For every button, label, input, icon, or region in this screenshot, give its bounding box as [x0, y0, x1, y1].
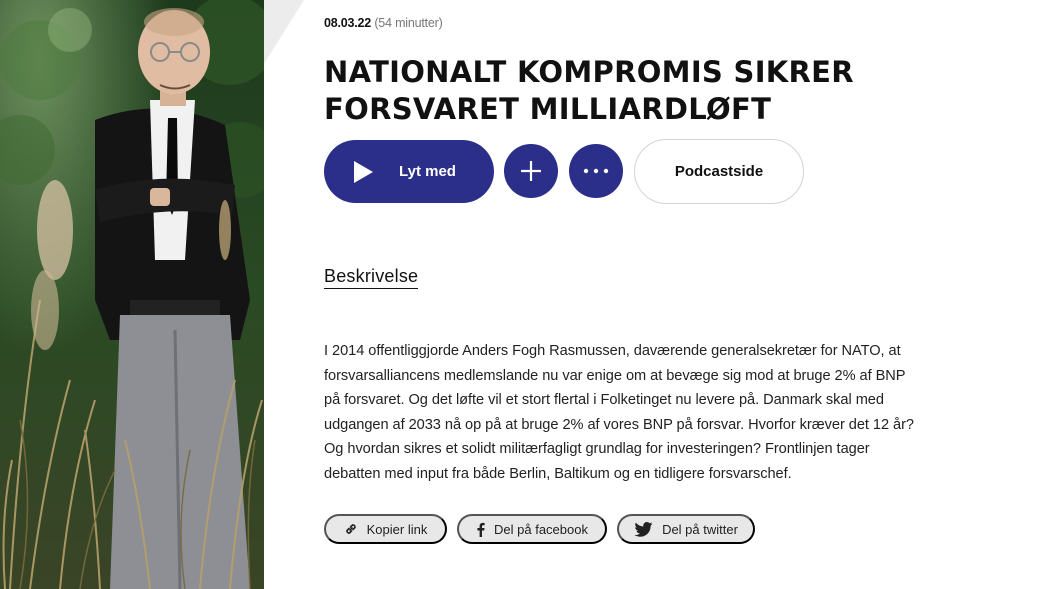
episode-title-line-2: FORSVARET MILLIARDLØFT: [324, 92, 772, 126]
play-button[interactable]: Lyt med: [324, 140, 494, 203]
more-dots-icon: [583, 168, 609, 174]
add-to-list-button[interactable]: [504, 144, 558, 198]
decorative-corner-shape: [264, 0, 304, 64]
episode-title-line-1: NATIONALT KOMPROMIS SIKRER: [324, 55, 854, 89]
share-facebook-label: Del på facebook: [494, 521, 588, 537]
copy-link-label: Kopier link: [366, 521, 428, 537]
podcast-page-button[interactable]: Podcastside: [634, 139, 804, 204]
twitter-icon: [634, 521, 653, 537]
play-icon: [354, 160, 374, 183]
share-facebook-button[interactable]: Del på facebook: [457, 514, 607, 544]
description-tab[interactable]: Beskrivelse: [324, 266, 419, 289]
podcast-page-label: Podcastside: [674, 163, 764, 180]
share-twitter-label: Del på twitter: [662, 521, 738, 537]
plus-icon: [521, 161, 541, 181]
play-button-label: Lyt med: [399, 163, 456, 180]
link-icon: [345, 524, 356, 534]
episode-description: I 2014 offentliggjorde Anders Fogh Rasmu…: [324, 343, 914, 482]
share-twitter-button[interactable]: Del på twitter: [617, 514, 755, 544]
more-options-button[interactable]: [569, 144, 623, 198]
episode-cover-image: [0, 0, 264, 589]
episode-meta: 08.03.22 (54 minutter): [324, 16, 443, 30]
facebook-icon: [477, 522, 485, 537]
episode-duration: (54 minutter): [374, 16, 443, 30]
copy-link-button[interactable]: Kopier link: [324, 514, 447, 544]
episode-date: 08.03.22: [324, 16, 372, 30]
episode-title: NATIONALT KOMPROMIS SIKRER FORSVARET MIL…: [324, 54, 904, 128]
